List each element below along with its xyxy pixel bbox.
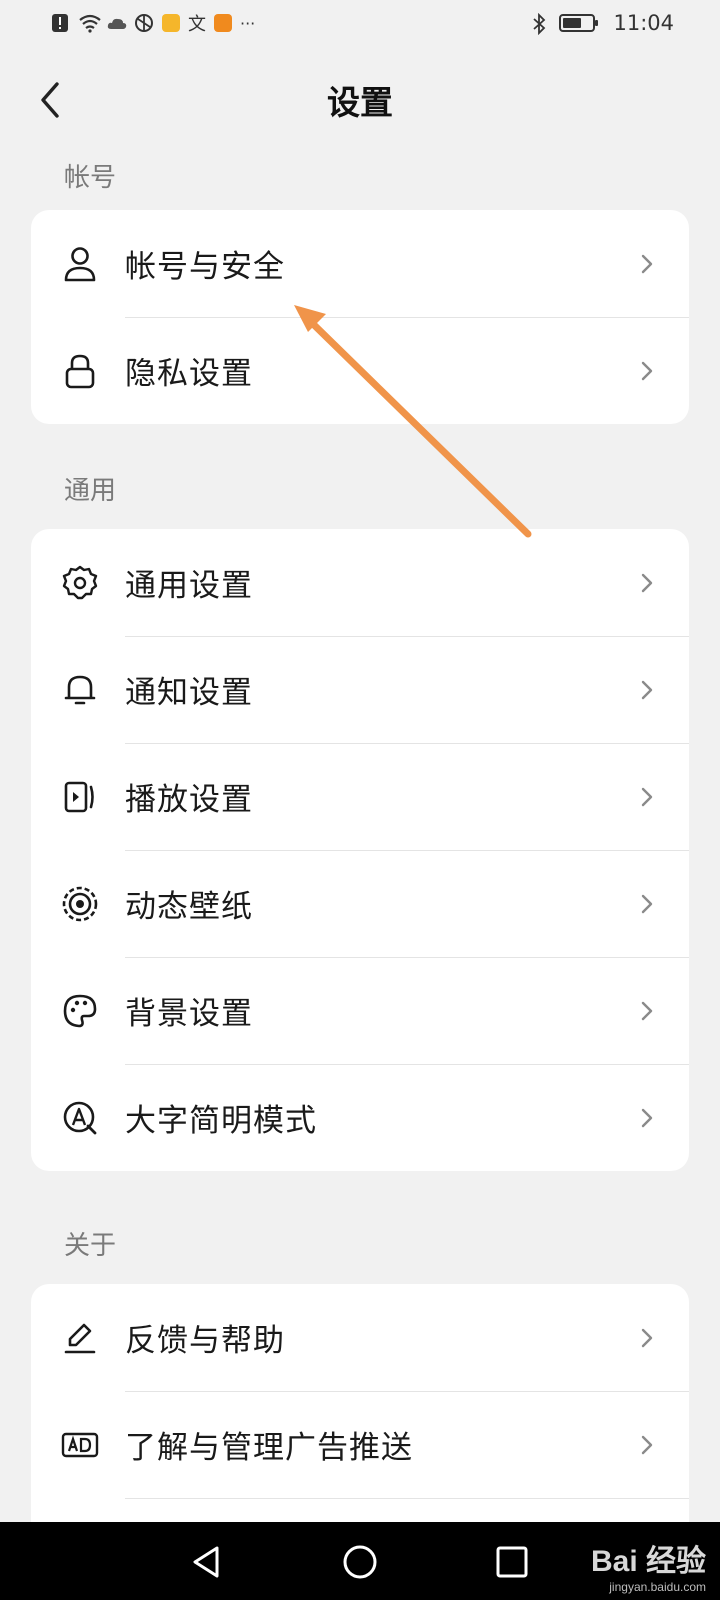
home-nav-icon[interactable] [340, 1542, 380, 1582]
bluetooth-icon [531, 12, 551, 36]
ad-management-label: 了解与管理广告推送 [125, 1430, 413, 1466]
general-settings-label: 通用设置 [125, 568, 253, 604]
back-arrow-icon [41, 82, 59, 118]
chevron-right-icon [637, 1430, 657, 1460]
battery-icon [559, 14, 599, 32]
account-security-row[interactable]: 帐号与安全 [31, 210, 689, 317]
chevron-right-icon [637, 1103, 657, 1133]
privacy-settings-row[interactable]: 隐私设置 [31, 317, 689, 424]
translate-icon: 文 [188, 14, 206, 35]
page-title: 设置 [327, 83, 393, 122]
cloud-icon [106, 13, 127, 33]
play-card-icon [61, 778, 99, 816]
background-settings-row[interactable]: 背景设置 [31, 957, 689, 1064]
baidu-jingyan-watermark: Bai 经验 jingyan.baidu.com [591, 1536, 706, 1594]
back-button[interactable] [26, 76, 74, 124]
ad-management-row[interactable]: 了解与管理广告推送 [31, 1391, 689, 1498]
alert-icon [50, 13, 70, 33]
section-label-general: 通用 [64, 476, 117, 506]
ad-icon [61, 1426, 99, 1464]
watermark-url: jingyan.baidu.com [609, 1580, 706, 1594]
background-settings-label: 背景设置 [125, 996, 253, 1032]
notification-settings-label: 通知设置 [125, 675, 253, 711]
status-icons-left: 文 ··· [50, 10, 255, 36]
lock-icon [61, 352, 99, 390]
notification-settings-row[interactable]: 通知设置 [31, 636, 689, 743]
large-text-mode-row[interactable]: 大字简明模式 [31, 1064, 689, 1171]
privacy-settings-label: 隐私设置 [125, 356, 253, 392]
back-nav-icon[interactable] [186, 1542, 226, 1582]
live-wallpaper-row[interactable]: 动态壁纸 [31, 850, 689, 957]
feedback-help-row[interactable]: 反馈与帮助 [31, 1284, 689, 1391]
pencil-icon [61, 1319, 99, 1357]
large-text-mode-label: 大字简明模式 [125, 1103, 317, 1139]
chevron-right-icon [637, 782, 657, 812]
feedback-help-label: 反馈与帮助 [125, 1323, 285, 1359]
top-bar: 设置 [0, 60, 720, 140]
video-app-icon [214, 14, 232, 32]
status-bar: 文 ··· 11:04 [0, 0, 720, 46]
palette-icon [61, 992, 99, 1030]
gear-icon [61, 564, 99, 602]
live-wallpaper-label: 动态壁纸 [125, 889, 253, 925]
about-card: 反馈与帮助 了解与管理广告推送 [31, 1284, 689, 1534]
chevron-right-icon [637, 675, 657, 705]
chevron-right-icon [637, 889, 657, 919]
bell-icon [61, 671, 99, 709]
chevron-right-icon [637, 568, 657, 598]
section-label-account: 帐号 [64, 163, 117, 193]
clock: 11:04 [613, 11, 674, 35]
watermark-brand: Bai 经验 [590, 1545, 706, 1578]
recents-nav-icon[interactable] [492, 1542, 532, 1582]
playback-settings-row[interactable]: 播放设置 [31, 743, 689, 850]
status-icons-right: 11:04 [531, 11, 674, 36]
chevron-right-icon [637, 356, 657, 386]
chevron-right-icon [637, 996, 657, 1026]
live-wallpaper-icon [61, 885, 99, 923]
browser-icon [134, 13, 154, 33]
section-label-about: 关于 [64, 1231, 117, 1261]
account-settings-card: 帐号与安全 隐私设置 [31, 210, 689, 424]
general-settings-row[interactable]: 通用设置 [31, 529, 689, 636]
large-text-icon [61, 1099, 99, 1137]
more-notifications-icon: ··· [240, 13, 256, 33]
chevron-right-icon [637, 1323, 657, 1353]
chevron-right-icon [637, 249, 657, 279]
account-security-label: 帐号与安全 [125, 249, 285, 285]
playback-settings-label: 播放设置 [125, 782, 253, 818]
general-settings-card: 通用设置 通知设置 播放设置 动态壁纸 背景设置 大字简明模式 [31, 529, 689, 1171]
app-notification-icon [162, 14, 180, 32]
system-nav-bar: Bai 经验 jingyan.baidu.com [0, 1522, 720, 1600]
person-icon [61, 245, 99, 283]
wifi-icon [78, 13, 101, 33]
